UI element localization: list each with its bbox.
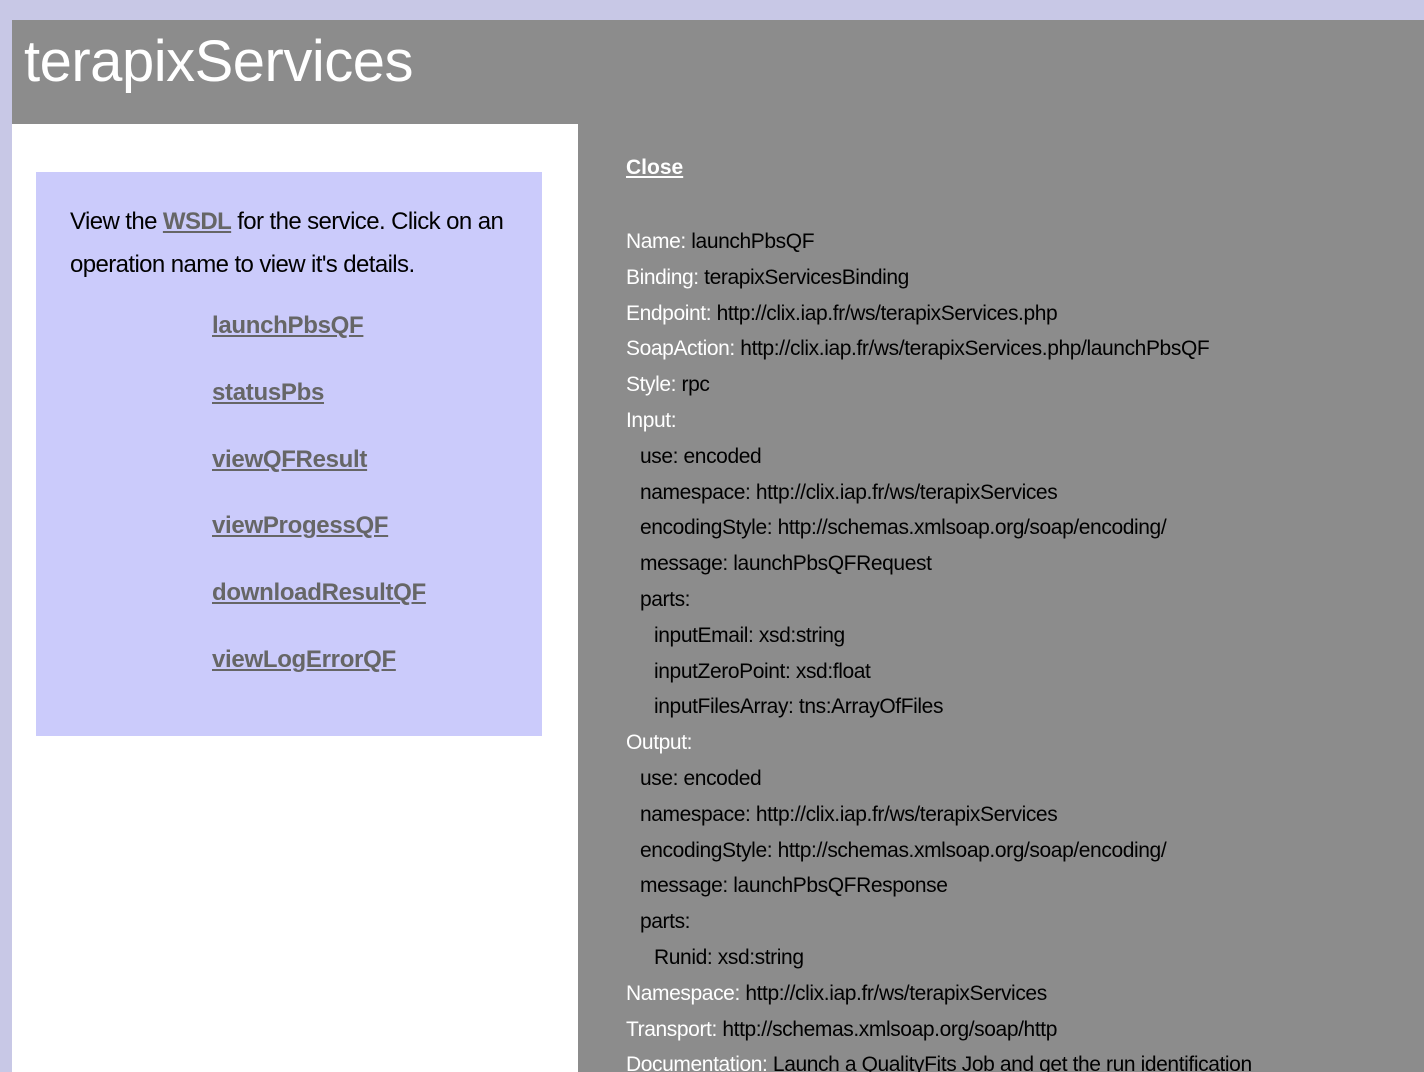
operation-details-panel: Close Name: launchPbsQF Binding: terapix… xyxy=(578,124,1424,1072)
operation-item: viewLogErrorQF xyxy=(212,646,426,713)
input-parts-label: parts: xyxy=(640,587,691,611)
detail-transport: Transport: http://schemas.xmlsoap.org/so… xyxy=(626,1016,1424,1052)
input-part: inputEmail: xsd:string xyxy=(654,623,845,647)
soapaction-value: http://clix.iap.fr/ws/terapixServices.ph… xyxy=(734,337,1210,361)
input-part: inputFilesArray: tns:ArrayOfFiles xyxy=(654,695,944,719)
documentation-value: Launch a QualityFits Job and get the run… xyxy=(767,1053,1252,1072)
operation-item: downloadResultQF xyxy=(212,579,426,646)
style-label: Style: xyxy=(626,373,677,397)
left-panel: View the WSDL for the service. Click on … xyxy=(12,124,578,1072)
output-label: Output: xyxy=(626,731,693,755)
output-parts-label: parts: xyxy=(640,910,691,934)
input-message: message: launchPbsQFRequest xyxy=(640,552,932,576)
detail-output: Output: xyxy=(626,729,1424,765)
operation-item: launchPbsQF xyxy=(212,312,426,379)
namespace-value: http://clix.iap.fr/ws/terapixServices xyxy=(739,981,1047,1005)
page-title: terapixServices xyxy=(24,29,413,94)
detail-binding: Binding: terapixServicesBinding xyxy=(626,264,1424,300)
transport-label: Transport: xyxy=(626,1017,717,1041)
operation-item: viewProgessQF xyxy=(212,512,426,579)
name-value: launchPbsQF xyxy=(685,230,815,253)
name-label: Name: xyxy=(626,230,686,253)
operation-item: statusPbs xyxy=(212,379,426,446)
intro-text-before: View the xyxy=(70,208,163,235)
input-encoding-style: encodingStyle: http://schemas.xmlsoap.or… xyxy=(640,516,1167,540)
detail-endpoint: Endpoint: http://clix.iap.fr/ws/terapixS… xyxy=(626,300,1424,336)
input-use: use: encoded xyxy=(640,444,762,468)
operation-link-viewqfresult[interactable]: viewQFResult xyxy=(212,446,367,473)
detail-namespace: Namespace: http://clix.iap.fr/ws/terapix… xyxy=(626,980,1424,1016)
output-encoding-style: encodingStyle: http://schemas.xmlsoap.or… xyxy=(640,838,1167,862)
operations-nav: View the WSDL for the service. Click on … xyxy=(36,172,542,736)
output-use: use: encoded xyxy=(640,766,762,790)
detail-soapaction: SoapAction: http://clix.iap.fr/ws/terapi… xyxy=(626,335,1424,371)
endpoint-label: Endpoint: xyxy=(626,301,712,325)
operation-link-viewlogerrorqf[interactable]: viewLogErrorQF xyxy=(212,646,396,673)
transport-value: http://schemas.xmlsoap.org/soap/http xyxy=(716,1017,1057,1041)
detail-style: Style: rpc xyxy=(626,371,1424,407)
output-message: message: launchPbsQFResponse xyxy=(640,874,948,898)
input-part: inputZeroPoint: xsd:float xyxy=(654,659,871,683)
page-header: terapixServices xyxy=(12,20,1424,124)
input-namespace: namespace: http://clix.iap.fr/ws/terapix… xyxy=(640,480,1058,504)
endpoint-value: http://clix.iap.fr/ws/terapixServices.ph… xyxy=(711,301,1058,325)
operation-link-downloadresultqf[interactable]: downloadResultQF xyxy=(212,579,426,606)
detail-documentation: Documentation: Launch a QualityFits Job … xyxy=(626,1051,1424,1072)
operation-item: viewQFResult xyxy=(212,446,426,513)
detail-name: Name: launchPbsQF xyxy=(626,228,1424,264)
operation-list: launchPbsQF statusPbs viewQFResult viewP… xyxy=(212,312,426,713)
wsdl-link[interactable]: WSDL xyxy=(163,208,232,235)
operation-link-launchpbsqf[interactable]: launchPbsQF xyxy=(212,312,364,339)
namespace-label: Namespace: xyxy=(626,981,740,1005)
output-part: Runid: xsd:string xyxy=(654,945,804,969)
documentation-label: Documentation: xyxy=(626,1053,768,1072)
intro-text: View the WSDL for the service. Click on … xyxy=(70,200,540,286)
input-label: Input: xyxy=(626,408,677,432)
detail-input: Input: xyxy=(626,407,1424,443)
operation-link-statuspbs[interactable]: statusPbs xyxy=(212,379,324,406)
style-value: rpc xyxy=(676,373,710,397)
binding-label: Binding: xyxy=(626,265,699,289)
operation-details: Name: launchPbsQF Binding: terapixServic… xyxy=(626,228,1424,1072)
close-link[interactable]: Close xyxy=(626,156,683,180)
soapaction-label: SoapAction: xyxy=(626,337,735,361)
binding-value: terapixServicesBinding xyxy=(698,265,909,289)
output-namespace: namespace: http://clix.iap.fr/ws/terapix… xyxy=(640,802,1058,826)
operation-link-viewprogessqf[interactable]: viewProgessQF xyxy=(212,512,388,539)
